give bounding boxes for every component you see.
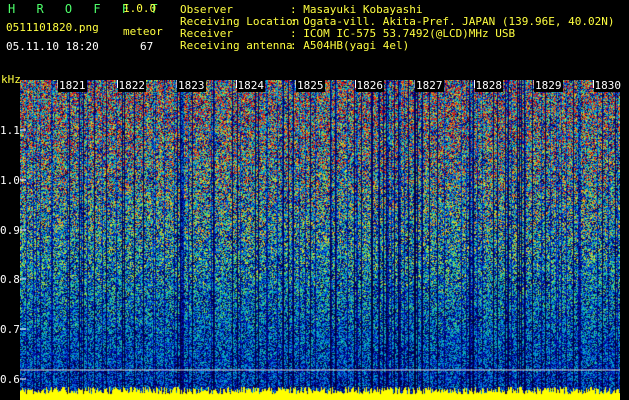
x-tick-label: 1823 (177, 79, 206, 92)
antenna-label: Receiving antenna (180, 39, 293, 52)
y-tick-label: 0.8 (0, 273, 20, 286)
y-tick-label: 0.7 (0, 323, 20, 336)
meteor-count: 67 (140, 40, 154, 53)
app-version: 1.0.0 (123, 2, 157, 15)
meteor-label: meteor (123, 25, 163, 38)
axis-overlay (20, 80, 620, 380)
y-axis-unit: kHz (1, 73, 21, 86)
y-tick-label: 0.6 (0, 373, 20, 386)
x-tick-label: 1822 (117, 79, 146, 92)
y-tick-label: 1.0 (0, 174, 20, 187)
x-tick-label: 1830 (593, 79, 622, 92)
x-tick-label: 1824 (236, 79, 265, 92)
x-tick-label: 1825 (296, 79, 325, 92)
header-panel: H R O F F T 1.0.0 0511101820.png meteor … (0, 0, 629, 86)
x-tick-label: 1821 (58, 79, 87, 92)
x-tick-label: 1827 (415, 79, 444, 92)
date-time: 05.11.10 18:20 (6, 40, 99, 53)
y-tick-label: 1.1 (0, 124, 20, 137)
spectrogram-plot (20, 80, 620, 400)
antenna-value: : A504HB(yagi 4el) (290, 39, 410, 52)
x-tick-label: 1826 (355, 79, 384, 92)
file-name: 0511101820.png (6, 21, 99, 34)
y-tick-label: 0.9 (0, 224, 20, 237)
x-tick-label: 1828 (474, 79, 503, 92)
x-tick-label: 1829 (534, 79, 563, 92)
